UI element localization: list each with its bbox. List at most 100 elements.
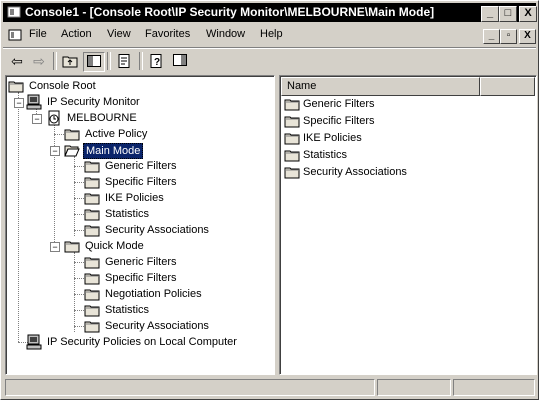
close-button[interactable]: X <box>519 6 537 22</box>
server-clock-icon <box>46 110 62 126</box>
folder-icon <box>84 288 100 301</box>
mmc-window: Console1 - [Console Root\IP Security Mon… <box>0 0 539 400</box>
tree-connector <box>74 198 84 199</box>
toolbar-separator <box>53 52 57 70</box>
tree-node-label: MELBOURNE <box>67 112 137 124</box>
tree-node-label: Active Policy <box>85 128 148 140</box>
tree-node-label: Statistics <box>105 304 150 316</box>
folder-icon <box>84 208 100 221</box>
toolbar-separator <box>107 52 111 70</box>
forward-button[interactable]: ⇨ <box>29 52 49 70</box>
menu-action[interactable]: Action <box>61 28 92 40</box>
tree-node-label: Generic Filters <box>105 256 177 268</box>
tree-node-label: Security Associations <box>105 320 209 332</box>
folder-icon <box>84 160 100 173</box>
folder-icon <box>64 240 80 253</box>
collapse-toggle[interactable]: − <box>14 98 24 108</box>
mdi-close-button[interactable]: X <box>519 29 536 44</box>
export-list-icon <box>118 54 130 68</box>
tree-node-label: Specific Filters <box>105 176 177 188</box>
svg-text:?: ? <box>154 57 160 68</box>
folder-icon <box>84 192 100 205</box>
tree-connector <box>18 92 19 342</box>
column-header-empty[interactable] <box>480 77 535 96</box>
mdi-minimize-button[interactable]: _ <box>483 29 500 44</box>
back-button[interactable]: ⇦ <box>7 52 27 70</box>
tree-node-label: IP Security Monitor <box>47 96 140 108</box>
tree-node-label: Specific Filters <box>105 272 177 284</box>
help-button[interactable]: ? <box>147 52 167 70</box>
list-item-label: Security Associations <box>303 166 407 178</box>
console-window-icon[interactable] <box>7 27 23 43</box>
menu-favorites[interactable]: Favorites <box>145 28 190 40</box>
folder-icon <box>284 166 300 179</box>
folder-icon <box>84 320 100 333</box>
tree-connector <box>74 156 75 236</box>
collapse-toggle[interactable]: − <box>50 146 60 156</box>
tree-connector <box>54 124 55 246</box>
list-item-label: Generic Filters <box>303 98 375 110</box>
collapse-toggle[interactable]: − <box>32 114 42 124</box>
show-hide-console-tree-button[interactable] <box>83 52 105 72</box>
folder-icon <box>84 304 100 317</box>
tree-node-label-selected: Main Mode <box>83 143 144 159</box>
tree-node-label: Statistics <box>105 208 150 220</box>
column-header-label: Name <box>287 80 317 92</box>
tree-connector <box>74 294 84 295</box>
list-item-label: Statistics <box>303 149 348 161</box>
tree-connector <box>74 230 84 231</box>
menu-window[interactable]: Window <box>206 28 245 40</box>
tree-node-label: Negotiation Policies <box>105 288 202 300</box>
folder-icon <box>64 128 80 141</box>
tree-node-label: Console Root <box>29 80 96 92</box>
tree-node-label: Quick Mode <box>85 240 144 252</box>
tree-node-label: IP Security Policies on Local Computer <box>47 336 237 348</box>
tree-connector <box>74 182 84 183</box>
results-pane[interactable]: Name Generic Filters Specific Filters IKE … <box>279 75 537 375</box>
help-icon: ? <box>150 54 162 68</box>
tree-connector <box>74 166 84 167</box>
status-panel-main <box>5 379 375 396</box>
tree-node-label: Generic Filters <box>105 160 177 172</box>
show-hide-action-pane-button[interactable] <box>170 52 190 70</box>
export-list-button[interactable] <box>115 52 135 70</box>
tree-connector <box>54 134 64 135</box>
minimize-button[interactable]: _ <box>481 6 499 22</box>
menu-help[interactable]: Help <box>260 28 283 40</box>
action-pane-icon <box>173 54 187 66</box>
console-tree[interactable]: Console Root − IP Security Monitor − MEL… <box>5 75 275 375</box>
folder-icon <box>84 256 100 269</box>
up-folder-icon <box>62 56 78 68</box>
folder-icon <box>284 132 300 145</box>
computer-icon <box>26 94 42 110</box>
list-item-label: IKE Policies <box>303 132 362 144</box>
toolbar: ⇦ ⇨ ? <box>3 47 536 72</box>
tree-connector <box>74 326 84 327</box>
computer-icon <box>26 334 42 350</box>
folder-icon <box>84 272 100 285</box>
status-panel-3 <box>453 379 535 396</box>
collapse-toggle[interactable]: − <box>50 242 60 252</box>
tree-connector <box>74 214 84 215</box>
menu-file[interactable]: File <box>29 28 47 40</box>
tree-connector <box>74 252 75 332</box>
folder-icon <box>8 80 24 93</box>
folder-icon <box>84 176 100 189</box>
maximize-button[interactable]: □ <box>499 6 517 22</box>
tree-connector <box>74 278 84 279</box>
column-header-name[interactable]: Name <box>281 77 480 96</box>
status-panel-2 <box>377 379 451 396</box>
folder-icon <box>84 224 100 237</box>
title-bar[interactable]: Console1 - [Console Root\IP Security Mon… <box>3 3 537 22</box>
tree-node-label: Security Associations <box>105 224 209 236</box>
folder-icon <box>284 149 300 162</box>
mdi-restore-button[interactable]: ▫ <box>500 29 517 44</box>
menu-view[interactable]: View <box>107 28 131 40</box>
toolbar-separator <box>139 52 143 70</box>
tree-node-label: IKE Policies <box>105 192 164 204</box>
status-bar <box>3 377 536 397</box>
open-folder-icon <box>64 144 80 157</box>
list-item-label: Specific Filters <box>303 115 375 127</box>
up-one-level-button[interactable] <box>60 52 80 70</box>
tree-connector <box>74 262 84 263</box>
